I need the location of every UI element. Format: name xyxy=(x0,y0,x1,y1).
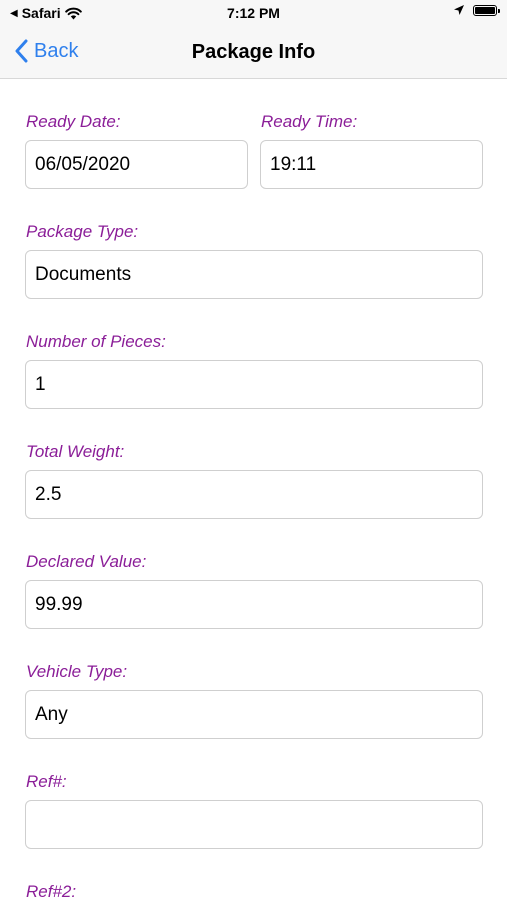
ref-label: Ref#: xyxy=(26,772,67,791)
declared-value-label: Declared Value: xyxy=(26,552,147,571)
vehicle-type-field[interactable]: Any xyxy=(25,690,483,739)
page-title: Package Info xyxy=(191,41,316,63)
package-type-field[interactable]: Documents xyxy=(25,250,483,299)
number-of-pieces-label: Number of Pieces: xyxy=(26,332,166,351)
ref-field[interactable] xyxy=(25,800,483,849)
location-arrow-icon xyxy=(454,5,464,15)
total-weight-label: Total Weight: xyxy=(26,442,125,461)
total-weight-field[interactable]: 2.5 xyxy=(25,470,483,519)
number-of-pieces-field[interactable]: 1 xyxy=(25,360,483,409)
ref2-label: Ref#2: xyxy=(26,882,77,901)
declared-value-field[interactable]: 99.99 xyxy=(25,580,483,629)
ready-date-field[interactable]: 06/05/2020 xyxy=(25,140,248,189)
status-bar: ◀ Safari 7:12 PM xyxy=(0,0,507,26)
ready-time-field[interactable]: 19:11 xyxy=(260,140,483,189)
package-type-label: Package Type: xyxy=(26,222,139,241)
vehicle-type-label: Vehicle Type: xyxy=(26,662,128,681)
navigation-bar: Back Package Info xyxy=(0,26,507,79)
ready-time-label: Ready Time: xyxy=(261,112,358,131)
ready-date-label: Ready Date: xyxy=(26,112,121,131)
battery-icon xyxy=(473,4,500,16)
status-time: 7:12 PM xyxy=(227,5,280,21)
